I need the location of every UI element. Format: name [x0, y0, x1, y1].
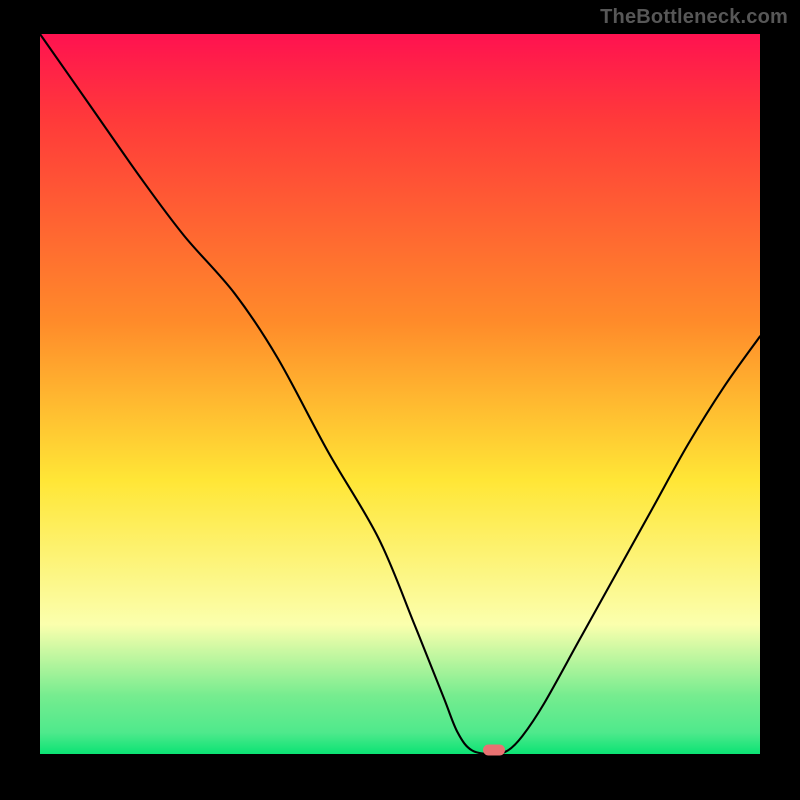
plot-svg — [40, 34, 760, 754]
plot-area — [40, 34, 760, 754]
chart-stage: TheBottleneck.com — [0, 0, 800, 800]
watermark-text: TheBottleneck.com — [600, 6, 788, 29]
gradient-backdrop — [40, 34, 760, 754]
